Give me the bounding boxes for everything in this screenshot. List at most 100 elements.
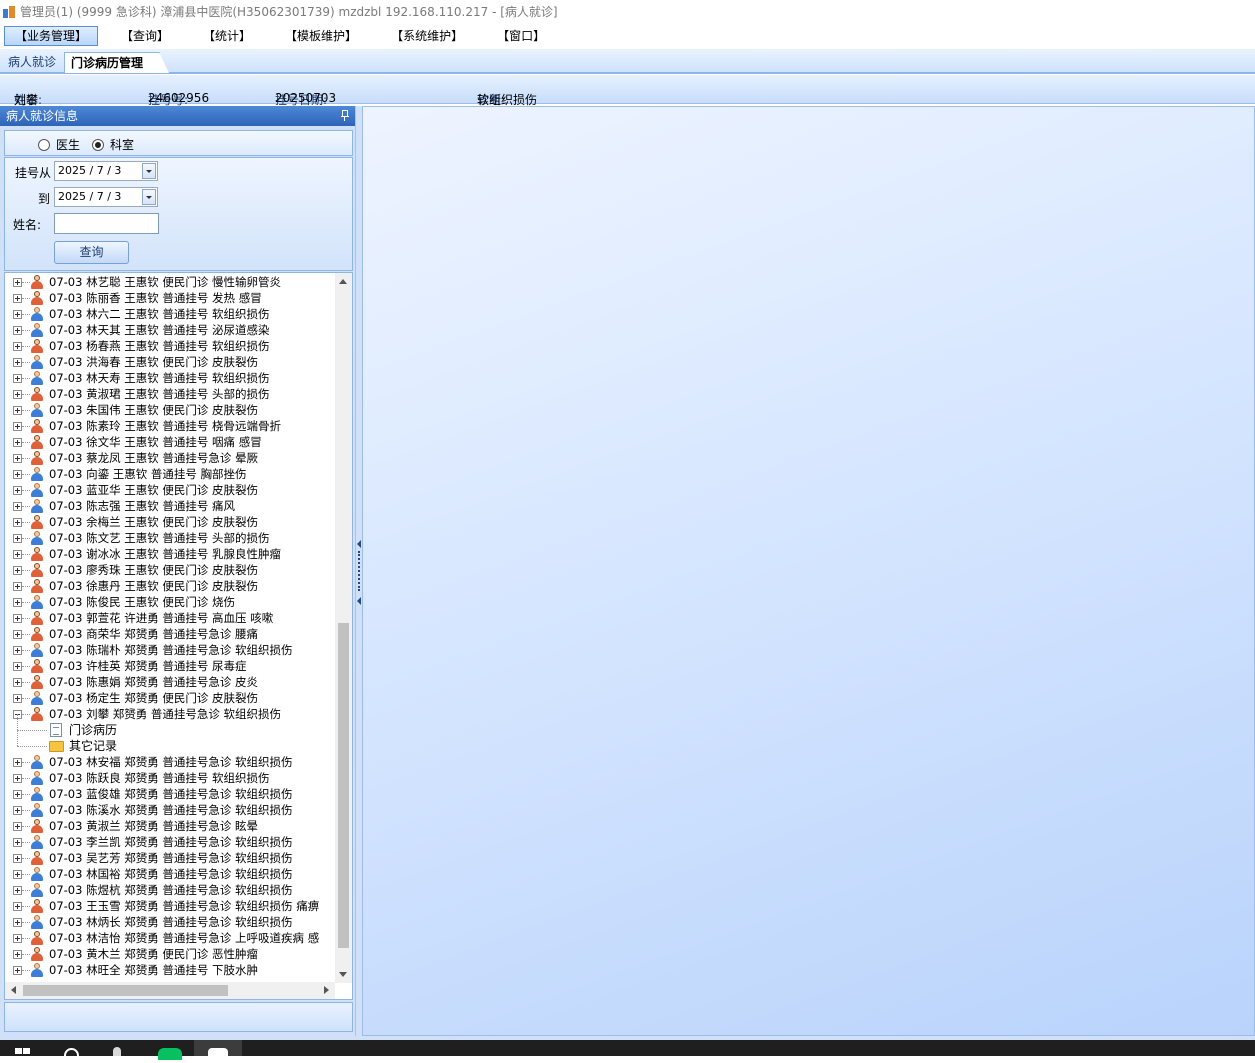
search-icon[interactable] <box>62 1042 80 1063</box>
expand-icon[interactable] <box>13 806 22 815</box>
expand-icon[interactable] <box>13 646 22 655</box>
tree-horizontal-scrollbar[interactable] <box>5 982 335 999</box>
tree-row[interactable]: 07-03 蓝俊雄 郑赟勇 普通挂号急诊 软组织损伤 <box>5 786 335 802</box>
expand-icon[interactable] <box>13 294 22 303</box>
pin-icon[interactable] <box>341 110 349 121</box>
tree-row[interactable]: 07-03 陈文艺 王惠钦 普通挂号 头部的损伤 <box>5 530 335 546</box>
tree-row[interactable]: 07-03 林天寿 王惠钦 普通挂号 软组织损伤 <box>5 370 335 386</box>
windows-start-icon[interactable] <box>13 1042 31 1056</box>
tree-row[interactable]: 07-03 林天其 王惠钦 普通挂号 泌尿道感染 <box>5 322 335 338</box>
tree-row[interactable]: 07-03 商荣华 郑赟勇 普通挂号急诊 腰痛 <box>5 626 335 642</box>
expand-icon[interactable] <box>13 406 22 415</box>
expand-icon[interactable] <box>13 310 22 319</box>
tree-row[interactable]: 07-03 王玉雪 郑赟勇 普通挂号急诊 软组织损伤 痛痹 <box>5 898 335 914</box>
tree-row[interactable]: 07-03 林洁怡 郑赟勇 普通挂号急诊 上呼吸道疾病 感 <box>5 930 335 946</box>
tree-row[interactable]: 07-03 洪海春 王惠钦 便民门诊 皮肤裂伤 <box>5 354 335 370</box>
expand-icon[interactable] <box>13 422 22 431</box>
tree-row[interactable]: 07-03 陈溪水 郑赟勇 普通挂号急诊 软组织损伤 <box>5 802 335 818</box>
menu-system[interactable]: 【系统维护】 <box>380 26 474 46</box>
expand-icon[interactable] <box>13 390 22 399</box>
expand-icon[interactable] <box>13 454 22 463</box>
tree-child-outpatient-record[interactable]: 门诊病历 <box>5 714 335 738</box>
expand-icon[interactable] <box>13 854 22 863</box>
tab-patient-visit[interactable]: 病人就诊 <box>2 52 62 73</box>
tree-row[interactable]: 07-03 林艺聪 王惠钦 便民门诊 慢性输卵管炎 <box>5 274 335 290</box>
expand-icon[interactable] <box>13 470 22 479</box>
tree-row[interactable]: 07-03 陈素玲 王惠钦 普通挂号 桡骨远端骨折 <box>5 418 335 434</box>
expand-icon[interactable] <box>13 534 22 543</box>
tree-row[interactable]: 07-03 陈志强 王惠钦 普通挂号 痛风 <box>5 498 335 514</box>
tree-row[interactable]: 07-03 林炳长 郑赟勇 普通挂号急诊 软组织损伤 <box>5 914 335 930</box>
tree-row[interactable]: 07-03 黄木兰 郑赟勇 便民门诊 恶性肿瘤 <box>5 946 335 962</box>
app-taskbar-icon[interactable] <box>108 1042 126 1056</box>
tree-row[interactable]: 07-03 徐文华 王惠钦 普通挂号 咽痛 感冒 <box>5 434 335 450</box>
expand-icon[interactable] <box>13 582 22 591</box>
expand-icon[interactable] <box>13 550 22 559</box>
tree-row[interactable]: 07-03 向鎏 王惠钦 普通挂号 胸部挫伤 <box>5 466 335 482</box>
expand-icon[interactable] <box>13 758 22 767</box>
tree-row[interactable]: 07-03 廖秀珠 王惠钦 便民门诊 皮肤裂伤 <box>5 562 335 578</box>
expand-icon[interactable] <box>13 614 22 623</box>
menu-statistics[interactable]: 【统计】 <box>192 26 262 46</box>
scroll-thumb[interactable] <box>338 623 349 948</box>
expand-icon[interactable] <box>13 518 22 527</box>
expand-icon[interactable] <box>13 918 22 927</box>
collapse-left-icon[interactable] <box>357 540 361 548</box>
expand-icon[interactable] <box>13 358 22 367</box>
expand-icon[interactable] <box>13 870 22 879</box>
expand-icon[interactable] <box>13 326 22 335</box>
tree-row-expanded[interactable]: 07-03 刘攀 郑赟勇 普通挂号急诊 软组织损伤 <box>5 706 335 722</box>
tree-row[interactable]: 07-03 郭萱花 许进勇 普通挂号 高血压 咳嗽 <box>5 610 335 626</box>
tree-row[interactable]: 07-03 余梅兰 王惠钦 便民门诊 皮肤裂伤 <box>5 514 335 530</box>
tree-row[interactable]: 07-03 朱国伟 王惠钦 便民门诊 皮肤裂伤 <box>5 402 335 418</box>
tree-row[interactable]: 07-03 陈跃良 郑赟勇 普通挂号 软组织损伤 <box>5 770 335 786</box>
expand-icon[interactable] <box>13 774 22 783</box>
expand-icon[interactable] <box>13 950 22 959</box>
tree-row[interactable]: 07-03 许桂英 郑赟勇 普通挂号 尿毒症 <box>5 658 335 674</box>
query-button[interactable]: 查询 <box>54 241 129 264</box>
tab-outpatient-record[interactable]: 门诊病历管理 <box>64 52 170 73</box>
tree-row[interactable]: 07-03 陈俊民 王惠钦 便民门诊 烧伤 <box>5 594 335 610</box>
menu-template[interactable]: 【模板维护】 <box>274 26 368 46</box>
tree-row[interactable]: 07-03 蔡龙凤 王惠钦 普通挂号急诊 晕厥 <box>5 450 335 466</box>
tree-row[interactable]: 07-03 陈丽香 王惠钦 普通挂号 发热 感冒 <box>5 290 335 306</box>
radio-department-circle[interactable] <box>92 138 104 151</box>
reg-from-dropdown-icon[interactable] <box>142 163 156 179</box>
expand-icon[interactable] <box>13 598 22 607</box>
tree-row[interactable]: 07-03 陈瑞朴 郑赟勇 普通挂号急诊 软组织损伤 <box>5 642 335 658</box>
scroll-left-icon[interactable] <box>5 982 22 999</box>
expand-icon[interactable] <box>13 630 22 639</box>
hscroll-thumb[interactable] <box>23 985 228 996</box>
scroll-right-icon[interactable] <box>318 982 335 999</box>
expand-icon[interactable] <box>13 822 22 831</box>
expand-icon[interactable] <box>13 886 22 895</box>
expand-icon[interactable] <box>13 342 22 351</box>
tree-row[interactable]: 07-03 林旺全 郑赟勇 普通挂号 下肢水肿 <box>5 962 335 978</box>
radio-doctor[interactable]: 医生 <box>38 136 80 153</box>
active-app-taskbar-icon[interactable] <box>194 1040 242 1058</box>
reg-to-dropdown-icon[interactable] <box>142 189 156 205</box>
tree-row[interactable]: 07-03 陈煜杭 郑赟勇 普通挂号急诊 软组织损伤 <box>5 882 335 898</box>
radio-doctor-circle[interactable] <box>38 138 50 151</box>
expand-icon[interactable] <box>13 678 22 687</box>
menu-query[interactable]: 【查询】 <box>110 26 180 46</box>
tree-row[interactable]: 07-03 杨春燕 王惠钦 普通挂号 软组织损伤 <box>5 338 335 354</box>
tree-row[interactable]: 07-03 林六二 王惠钦 普通挂号 软组织损伤 <box>5 306 335 322</box>
collapse-left-icon-2[interactable] <box>357 597 361 605</box>
tree-vertical-scrollbar[interactable] <box>335 273 352 983</box>
expand-icon[interactable] <box>13 374 22 383</box>
tree-row[interactable]: 07-03 陈惠娟 郑赟勇 普通挂号急诊 皮炎 <box>5 674 335 690</box>
tree-row[interactable]: 07-03 林国裕 郑赟勇 普通挂号急诊 软组织损伤 <box>5 866 335 882</box>
expand-icon[interactable] <box>13 486 22 495</box>
expand-icon[interactable] <box>13 566 22 575</box>
menu-business[interactable]: 【业务管理】 <box>4 26 99 46</box>
radio-department[interactable]: 科室 <box>92 136 134 153</box>
tree-row[interactable]: 07-03 吴艺芳 郑赟勇 普通挂号急诊 软组织损伤 <box>5 850 335 866</box>
expand-icon[interactable] <box>13 902 22 911</box>
expand-icon[interactable] <box>13 790 22 799</box>
expand-icon[interactable] <box>13 438 22 447</box>
tree-row[interactable]: 07-03 黄淑兰 郑赟勇 普通挂号急诊 眩晕 <box>5 818 335 834</box>
expand-icon[interactable] <box>13 934 22 943</box>
splitter-grip[interactable] <box>358 551 360 591</box>
tree-row[interactable]: 07-03 林安福 郑赟勇 普通挂号急诊 软组织损伤 <box>5 754 335 770</box>
